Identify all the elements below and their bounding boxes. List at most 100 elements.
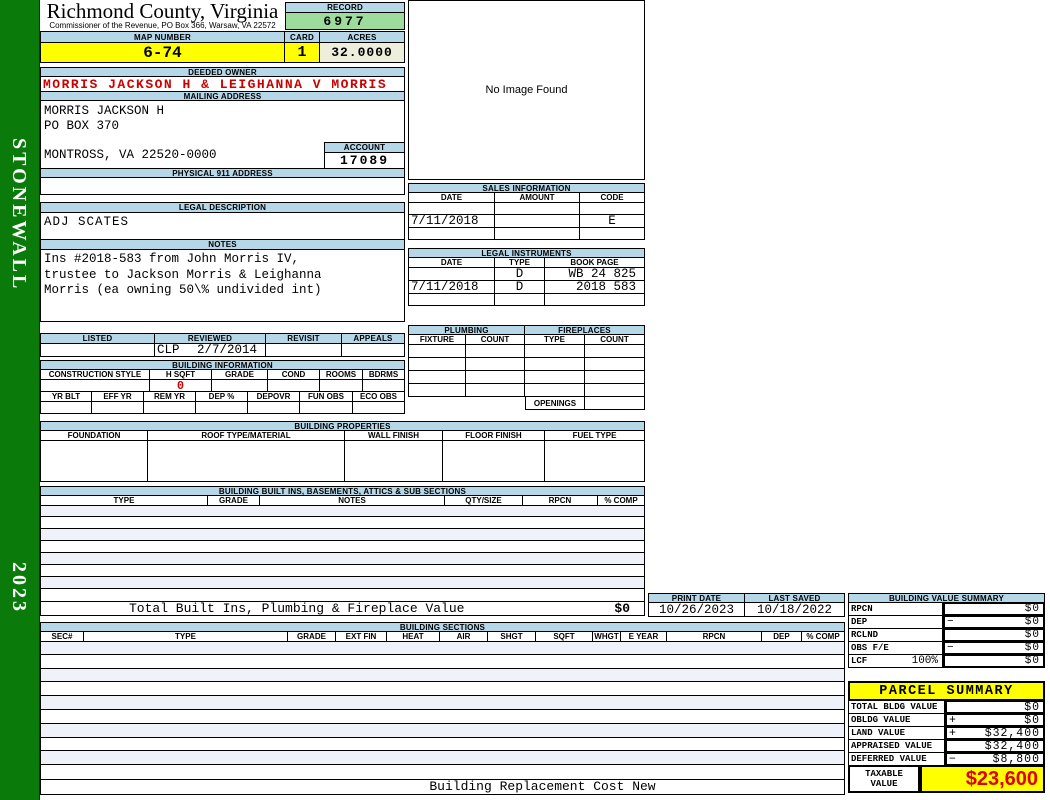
built-ins-total-value: $0 — [614, 601, 630, 616]
built-ins-rows — [40, 505, 645, 602]
building-section-row — [41, 696, 844, 710]
building-sections-section: BUILDING SECTIONS SEC# TYPE GRADE EXT FI… — [40, 622, 845, 795]
owner-section: DEEDED OWNER MORRIS JACKSON H & LEIGHANN… — [40, 67, 405, 195]
map-card-acres: MAP NUMBER CARD ACRES 6-74 1 32.0000 — [40, 31, 405, 63]
mailing-line-2: PO BOX 370 — [44, 119, 120, 133]
listed-value — [40, 343, 155, 357]
print-date-value: 10/26/2023 — [648, 602, 745, 617]
bs-rpcn-label: RPCN — [667, 631, 762, 642]
instr-type: D — [495, 267, 545, 281]
land-value-label: LAND VALUE — [848, 726, 945, 740]
bi-qty-label: QTY/SIZE — [445, 495, 523, 506]
parcel-summary-title: PARCEL SUMMARY — [848, 681, 1045, 701]
instrument-row: D WB 24 825 — [408, 267, 645, 281]
built-ins-row — [41, 589, 644, 601]
bs-sqft-label: SQFT — [536, 631, 593, 642]
bi-comp-label: % COMP — [598, 495, 645, 506]
built-ins-row — [41, 517, 644, 529]
bvs-lcf-pct: 100% — [911, 655, 938, 667]
instr-date — [408, 267, 495, 281]
bvs-rclnd-value-cell: $0 — [943, 628, 1045, 642]
built-ins-total-row: Total Built Ins, Plumbing & Fireplace Va… — [40, 601, 645, 616]
bvs-lcf-label: LCF — [851, 656, 868, 666]
notes-line-1: Ins #2018-583 from John Morris IV, — [44, 252, 300, 266]
legal-description-value: ADJ SCATES — [40, 212, 405, 240]
county-title: Richmond County, Virginia — [46, 0, 279, 23]
instr-date: 7/11/2018 — [408, 280, 495, 294]
bs-extfin-label: EXT FIN — [336, 631, 387, 642]
land-value-cell: + $32,400 — [945, 726, 1045, 740]
bvs-op: − — [947, 642, 954, 654]
building-section-row — [41, 751, 844, 766]
building-information-section: BUILDING INFORMATION CONSTRUCTION STYLE … — [40, 360, 405, 414]
bvs-value: $0 — [1024, 616, 1040, 628]
building-value-summary-section: BUILDING VALUE SUMMARY RPCN $0 DEP − $0 … — [848, 593, 1045, 668]
building-section-row — [41, 668, 844, 683]
legal-instruments-section: LEGAL INSTRUMENTS DATE TYPE BOOK PAGE D … — [408, 248, 645, 306]
ps-op: − — [949, 752, 956, 766]
taxable-value: $23,600 — [920, 765, 1045, 793]
bi-notes-label: NOTES — [260, 495, 445, 506]
notes-line-3: Morris (ea owning 50\% undivided int) — [44, 283, 322, 297]
bvs-lcf-value-cell: $0 — [943, 654, 1045, 668]
record-box: RECORD 6977 — [285, 2, 405, 30]
built-ins-row — [41, 541, 644, 553]
appraised-value-cell: $32,400 — [945, 739, 1045, 753]
instr-type: D — [495, 280, 545, 294]
bvs-value: $0 — [1024, 655, 1040, 667]
bs-dep-label: DEP — [762, 631, 802, 642]
plumbing-row — [408, 357, 645, 371]
fuel-type-value — [545, 440, 645, 482]
no-image-text: No Image Found — [485, 84, 568, 96]
total-bldg-value-label: TOTAL BLDG VALUE — [848, 700, 945, 714]
sale-date: 7/11/2018 — [408, 214, 495, 228]
built-ins-section: BUILDING BUILT INS, BASEMENTS, ATTICS & … — [40, 486, 645, 616]
built-ins-row — [41, 565, 644, 577]
bvs-value: $0 — [1024, 603, 1040, 615]
bvs-obs-label: OBS F/E — [848, 641, 943, 655]
bvs-rpcn-value-cell: $0 — [943, 602, 1045, 616]
foundation-value — [40, 440, 148, 482]
bs-air-label: AIR — [440, 631, 488, 642]
legal-section: LEGAL DESCRIPTION ADJ SCATES NOTES Ins #… — [40, 202, 405, 322]
revisit-value — [266, 343, 342, 357]
bi-type-label: TYPE — [40, 495, 208, 506]
instr-bookpage: 2018 583 — [545, 280, 645, 294]
ps-value: $32,400 — [984, 726, 1040, 740]
building-section-row — [41, 765, 844, 779]
obldg-value-cell: + $0 — [945, 713, 1045, 727]
county-header: Richmond County, Virginia Commissioner o… — [40, 0, 285, 31]
bi-grade-label: GRADE — [208, 495, 260, 506]
bs-whgt-label: WHGT — [593, 631, 621, 642]
bs-eyear-label: E YEAR — [621, 631, 667, 642]
built-ins-row — [41, 529, 644, 541]
bvs-rpcn-label: RPCN — [848, 602, 943, 616]
district-name: STONEWALL — [8, 138, 30, 292]
parcel-record-card: STONEWALL 2023 Richmond County, Virginia… — [0, 0, 1050, 800]
account-box: ACCOUNT 17089 — [324, 142, 405, 169]
total-bldg-value-cell: $0 — [945, 700, 1045, 714]
record-number: 6977 — [285, 12, 405, 30]
ps-op: + — [949, 726, 956, 740]
building-properties-section: BUILDING PROPERTIES FOUNDATION ROOF TYPE… — [40, 421, 645, 482]
reviewed-value: CLP 2/7/2014 — [155, 343, 266, 357]
bs-shgt-label: SHGT — [488, 631, 536, 642]
parcel-summary-section: PARCEL SUMMARY TOTAL BLDG VALUE $0 OBLDG… — [848, 681, 1045, 793]
building-section-row — [41, 709, 844, 724]
bs-sec-label: SEC# — [40, 631, 84, 642]
bvs-value: $0 — [1024, 629, 1040, 641]
tax-year: 2023 — [8, 562, 30, 614]
bs-comp-label: % COMP — [802, 631, 845, 642]
acres-value: 32.0000 — [320, 42, 405, 63]
built-ins-row — [41, 577, 644, 589]
bs-grade-label: GRADE — [288, 631, 336, 642]
physical-address-value — [40, 177, 405, 195]
bvs-rclnd-label: RCLND — [848, 628, 943, 642]
reviewed-by: CLP — [157, 343, 180, 357]
bi-rpcn-label: RPCN — [523, 495, 598, 506]
bs-heat-label: HEAT — [387, 631, 440, 642]
deeded-owner-value: MORRIS JACKSON H & LEIGHANNA V MORRIS — [40, 76, 405, 92]
mailing-line-1: MORRIS JACKSON H — [44, 104, 165, 118]
openings-value — [585, 396, 645, 410]
built-ins-total-label: Total Built Ins, Plumbing & Fireplace Va… — [129, 601, 465, 616]
